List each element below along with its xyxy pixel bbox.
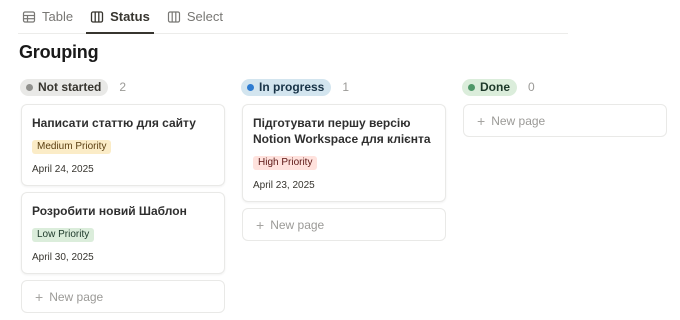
page-title: Grouping bbox=[19, 42, 99, 62]
tab-table[interactable]: Table bbox=[18, 0, 77, 33]
board-card[interactable]: Розробити новий Шаблон Low Priority Apri… bbox=[21, 192, 225, 274]
new-page-label: New page bbox=[49, 289, 104, 304]
column-not-started: Not started 2 Написати статтю для сайту … bbox=[20, 78, 226, 313]
plus-icon: + bbox=[256, 216, 265, 233]
priority-tag: Low Priority bbox=[32, 228, 95, 242]
board-view: Table Status Select Grouping Not started… bbox=[0, 0, 680, 320]
column-in-progress: In progress 1 Підготувати першу версію N… bbox=[241, 78, 447, 241]
status-dot bbox=[247, 83, 254, 91]
plus-icon: + bbox=[35, 288, 44, 305]
plus-icon: + bbox=[477, 112, 486, 129]
board-icon bbox=[167, 10, 181, 24]
table-icon bbox=[22, 10, 36, 24]
new-page-label: New page bbox=[270, 217, 325, 232]
new-page-label: New page bbox=[491, 113, 546, 128]
column-done: Done 0 + New page bbox=[462, 78, 668, 137]
priority-tag: Medium Priority bbox=[32, 140, 112, 154]
view-tabs: Table Status Select bbox=[18, 0, 568, 34]
column-count: 1 bbox=[342, 80, 350, 94]
tab-status[interactable]: Status bbox=[86, 0, 154, 34]
status-label: Done bbox=[480, 80, 510, 94]
column-count: 2 bbox=[119, 80, 127, 94]
status-dot bbox=[26, 83, 33, 91]
status-pill[interactable]: Not started bbox=[20, 78, 109, 96]
board-card[interactable]: Підготувати першу версію Notion Workspac… bbox=[242, 104, 446, 202]
tab-table-label: Table bbox=[42, 9, 74, 24]
column-header: In progress 1 bbox=[241, 78, 447, 96]
board-icon bbox=[90, 10, 104, 24]
tab-select[interactable]: Select bbox=[163, 0, 227, 33]
card-date: April 24, 2025 bbox=[32, 164, 94, 175]
status-label: In progress bbox=[259, 80, 325, 94]
priority-tag: High Priority bbox=[253, 156, 318, 170]
status-pill[interactable]: In progress bbox=[241, 78, 332, 96]
status-label: Not started bbox=[38, 80, 102, 94]
status-dot bbox=[468, 83, 475, 91]
tab-status-label: Status bbox=[110, 9, 150, 24]
column-header: Not started 2 bbox=[20, 78, 226, 96]
card-title: Підготувати першу версію Notion Workspac… bbox=[253, 116, 431, 146]
card-date: April 23, 2025 bbox=[253, 180, 315, 191]
card-date: April 30, 2025 bbox=[32, 252, 94, 263]
card-title: Розробити новий Шаблон bbox=[32, 204, 187, 218]
status-pill[interactable]: Done bbox=[462, 78, 517, 96]
new-page-button[interactable]: + New page bbox=[21, 280, 225, 313]
column-count: 0 bbox=[528, 80, 535, 94]
new-page-button[interactable]: + New page bbox=[242, 208, 446, 241]
card-title: Написати статтю для сайту bbox=[32, 116, 196, 130]
column-header: Done 0 bbox=[462, 78, 668, 96]
board-card[interactable]: Написати статтю для сайту Medium Priorit… bbox=[21, 104, 225, 186]
tab-select-label: Select bbox=[186, 9, 223, 24]
new-page-button[interactable]: + New page bbox=[463, 104, 667, 137]
